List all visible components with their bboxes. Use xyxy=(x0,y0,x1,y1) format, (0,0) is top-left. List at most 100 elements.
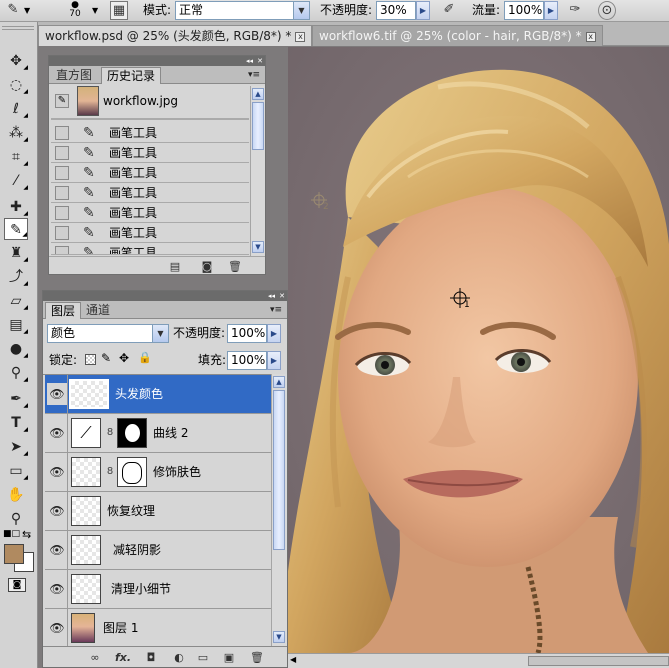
airbrush-icon[interactable]: ✑ xyxy=(566,1,584,20)
pressure-opacity-icon[interactable]: ✐ xyxy=(440,1,458,20)
new-snapshot-icon[interactable]: ◙ xyxy=(199,260,215,274)
history-source-checkbox[interactable] xyxy=(55,186,69,200)
new-layer-icon[interactable]: ▣ xyxy=(221,651,237,665)
panel-header-strip[interactable]: ◂◂ ✕ xyxy=(43,291,287,301)
visibility-eye-icon[interactable]: 👁 xyxy=(47,500,67,522)
history-source-checkbox[interactable] xyxy=(55,206,69,220)
mask-icon[interactable]: ◘ xyxy=(143,651,159,665)
visibility-eye-icon[interactable]: 👁 xyxy=(47,422,67,444)
hand-tool-icon[interactable]: ✋ xyxy=(4,484,28,506)
brush-tool-icon[interactable]: ✎ ◢ xyxy=(4,218,28,240)
layer-opacity-input[interactable]: 100% xyxy=(227,324,267,343)
new-document-from-state-icon[interactable]: ▤ xyxy=(167,260,183,274)
layer-row[interactable]: 👁 减轻阴影 xyxy=(45,531,271,570)
scroll-up-icon[interactable]: ▲ xyxy=(273,376,285,388)
opacity-slider-arrow-icon[interactable]: ▶ xyxy=(267,324,281,343)
mode-select[interactable]: 正常 ▼ xyxy=(175,1,310,20)
panel-menu-icon[interactable]: ▾≡ xyxy=(269,304,283,316)
preset-dropdown-arrow-icon[interactable]: ▼ xyxy=(24,1,30,20)
scrollbar-thumb[interactable] xyxy=(252,102,264,150)
tablet-pressure-icon[interactable]: ⊙ xyxy=(598,1,616,20)
brush-panel-toggle-icon[interactable]: ▦ xyxy=(110,1,128,20)
marquee-tool-icon[interactable]: ◌ ◢ xyxy=(4,74,28,96)
panel-header-strip[interactable]: ◂◂ ✕ xyxy=(49,56,265,66)
tab-history[interactable]: 历史记录 xyxy=(101,67,162,84)
lock-position-icon[interactable]: ✥ xyxy=(119,351,129,365)
collapse-icon[interactable]: ◂◂ xyxy=(268,291,275,301)
tab-layers[interactable]: 图层 xyxy=(45,302,82,319)
visibility-eye-icon[interactable]: 👁 xyxy=(47,617,67,639)
crop-tool-icon[interactable]: ⌗ ◢ xyxy=(4,146,28,168)
history-state[interactable]: ✎ 画笔工具 xyxy=(51,123,249,143)
history-state[interactable]: ✎ 画笔工具 xyxy=(51,203,249,223)
brush-size-picker[interactable]: ● 70 xyxy=(62,1,88,20)
gradient-tool-icon[interactable]: ▤ ◢ xyxy=(4,314,28,336)
layer-row[interactable]: 👁 ⟋ 8 曲线 2 xyxy=(45,414,271,453)
link-icon[interactable]: 8 xyxy=(105,426,115,440)
eyedropper-tool-icon[interactable]: ⁄ ◢ xyxy=(4,170,28,192)
opacity-input[interactable]: 30% xyxy=(376,1,416,20)
tab-workflow6-tif[interactable]: workflow6.tif @ 25% (color - hair, RGB/8… xyxy=(312,25,603,46)
layer-row[interactable]: 👁 清理小细节 xyxy=(45,570,271,609)
lock-pixels-icon[interactable]: ✎ xyxy=(101,351,111,365)
clone-stamp-tool-icon[interactable]: ♜ ◢ xyxy=(4,242,28,264)
history-source-checkbox[interactable] xyxy=(55,126,69,140)
quick-mask-icon[interactable]: ◙ xyxy=(8,578,26,592)
history-state[interactable]: ✎ 画笔工具 xyxy=(51,243,249,255)
tab-channels[interactable]: 通道 xyxy=(81,302,115,319)
shape-tool-icon[interactable]: ▭ ◢ xyxy=(4,460,28,482)
swap-colors-icon[interactable]: ⇆ xyxy=(22,528,31,541)
history-source-icon[interactable]: ✎ xyxy=(55,94,69,108)
lock-all-icon[interactable]: 🔒 xyxy=(138,351,152,364)
fill-slider-arrow-icon[interactable]: ▶ xyxy=(267,351,281,370)
history-source-checkbox[interactable] xyxy=(55,246,69,254)
history-state[interactable]: ✎ 画笔工具 xyxy=(51,223,249,243)
layer-row[interactable]: 👁 图层 1 xyxy=(45,609,271,646)
scrollbar-thumb[interactable] xyxy=(528,656,669,666)
fx-icon[interactable]: fx. xyxy=(115,651,131,665)
healing-brush-tool-icon[interactable]: ✚ ◢ xyxy=(4,196,28,218)
history-snapshot[interactable]: ✎ workflow.jpg xyxy=(51,84,249,120)
eraser-tool-icon[interactable]: ▱ ◢ xyxy=(4,290,28,312)
visibility-eye-icon[interactable]: 👁 xyxy=(47,461,67,483)
adjustment-icon[interactable]: ◐ xyxy=(171,651,187,665)
close-icon[interactable]: x xyxy=(295,31,306,42)
layers-scrollbar[interactable]: ▲ ▼ xyxy=(271,374,287,646)
default-colors-icon[interactable]: ■□ xyxy=(3,529,20,539)
trash-icon[interactable]: 🗑 xyxy=(227,260,243,274)
close-icon[interactable]: ✕ xyxy=(279,291,285,301)
layer-row[interactable]: 👁 头发颜色 xyxy=(45,375,271,414)
dodge-tool-icon[interactable]: ⚲ ◢ xyxy=(4,362,28,384)
quick-selection-tool-icon[interactable]: ⁂ ◢ xyxy=(4,122,28,144)
brush-size-arrow-icon[interactable]: ▼ xyxy=(92,1,98,20)
layer-row[interactable]: 👁 恢复纹理 xyxy=(45,492,271,531)
canvas-horizontal-scrollbar[interactable]: ◀ xyxy=(288,653,669,668)
lock-transparency-icon[interactable] xyxy=(85,354,96,365)
path-selection-tool-icon[interactable]: ➤ ◢ xyxy=(4,436,28,458)
tools-grip[interactable] xyxy=(2,26,34,30)
opacity-slider-arrow-icon[interactable]: ▶ xyxy=(416,1,430,20)
move-tool-icon[interactable]: ✥ ◢ xyxy=(4,50,28,72)
tab-histogram[interactable]: 直方图 xyxy=(51,67,97,84)
blend-mode-select[interactable]: 颜色 ▼ xyxy=(47,324,169,343)
trash-icon[interactable]: 🗑 xyxy=(249,651,265,665)
flow-input[interactable]: 100% xyxy=(504,1,544,20)
panel-menu-icon[interactable]: ▾≡ xyxy=(247,69,261,81)
document-canvas[interactable]: 1 2 xyxy=(288,47,669,653)
fill-input[interactable]: 100% xyxy=(227,351,267,370)
scroll-down-icon[interactable]: ▼ xyxy=(252,241,264,253)
link-icon[interactable]: ∞ xyxy=(87,651,103,665)
history-brush-tool-icon[interactable]: ⤴ ◢ xyxy=(4,266,28,288)
zoom-tool-icon[interactable]: ⚲ xyxy=(4,508,28,530)
visibility-eye-icon[interactable]: 👁 xyxy=(47,539,67,561)
history-scrollbar[interactable]: ▲ ▼ xyxy=(250,86,265,256)
scroll-left-icon[interactable]: ◀ xyxy=(290,655,296,664)
blur-tool-icon[interactable]: ● ◢ xyxy=(4,338,28,360)
history-state[interactable]: ✎ 画笔工具 xyxy=(51,183,249,203)
foreground-color-swatch[interactable] xyxy=(4,544,24,564)
history-source-checkbox[interactable] xyxy=(55,146,69,160)
history-state[interactable]: ✎ 画笔工具 xyxy=(51,143,249,163)
group-icon[interactable]: ▭ xyxy=(195,651,211,665)
scroll-up-icon[interactable]: ▲ xyxy=(252,88,264,100)
close-icon[interactable]: x xyxy=(585,31,596,42)
